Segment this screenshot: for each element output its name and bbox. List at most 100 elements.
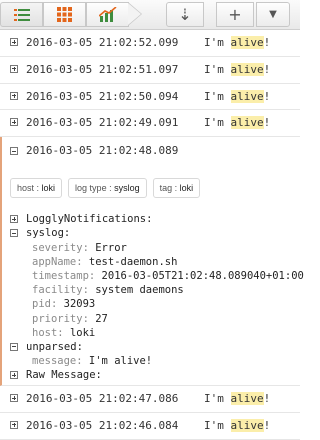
tree-node[interactable]: Raw Message:	[2, 368, 300, 382]
tag-key: tag	[159, 183, 173, 194]
dropdown-icon: ▼	[269, 9, 277, 20]
expand-icon[interactable]	[10, 371, 18, 380]
expand-icon[interactable]	[10, 64, 18, 73]
field-key: Raw Message:	[26, 369, 102, 382]
field-value: 32093	[63, 298, 96, 311]
field-key: appName:	[32, 255, 83, 268]
tree-node: facility: system daemons	[2, 283, 300, 297]
expanded-log-entry: 2016-03-05 21:02:48.089 host : loki log t…	[0, 137, 304, 387]
tree-node: priority: 27	[2, 312, 300, 326]
message-suffix: !	[263, 62, 271, 76]
tree-node: message: I'm alive!	[2, 354, 300, 368]
message-highlight: alive	[230, 392, 264, 406]
field-key: facility:	[32, 284, 89, 297]
tree-entry: host: loki	[32, 326, 95, 340]
expand-icon[interactable]	[10, 38, 18, 46]
collapse-icon[interactable]	[10, 229, 18, 238]
message-suffix: !	[263, 392, 271, 406]
tag-separator: :	[172, 183, 180, 194]
expand-icon[interactable]	[10, 215, 18, 224]
expand-icon[interactable]	[10, 394, 18, 403]
field-key: severity:	[32, 241, 89, 254]
tree-node: timestamp: 2016-03-05T21:02:48.089040+01…	[2, 269, 304, 283]
tree-node[interactable]: LogglyNotifications:	[2, 212, 300, 226]
tree-entry: severity: Error	[32, 241, 127, 255]
field-value: test-daemon.sh	[88, 255, 178, 268]
tree-node[interactable]: unparsed:	[2, 340, 300, 354]
expand-icon[interactable]	[10, 91, 18, 100]
field-key: LogglyNotifications:	[26, 213, 153, 226]
field-tree: LogglyNotifications: syslog: severity: Err…	[2, 212, 304, 382]
tag-key: host	[17, 183, 35, 194]
filter-tag[interactable]: log type : syslog	[68, 178, 147, 199]
expand-icon[interactable]	[10, 118, 18, 127]
message-prefix: I'm	[204, 116, 231, 130]
log-message: I'm alive!	[204, 84, 270, 110]
tag-separator: :	[106, 183, 115, 194]
log-row[interactable]: 2016-03-05 21:02:49.091 I'm alive!	[0, 110, 300, 138]
tree-node: appName: test-daemon.sh	[2, 255, 300, 269]
sort-icon: ⇣	[178, 4, 192, 24]
expand-icon[interactable]	[10, 420, 18, 429]
message-prefix: I'm	[204, 392, 231, 406]
grid-view-button[interactable]	[43, 2, 86, 27]
expanded-entry-header[interactable]: 2016-03-05 21:02:48.089	[2, 137, 300, 164]
tree-node[interactable]: syslog:	[2, 226, 300, 240]
grid-view-icon	[57, 7, 72, 22]
log-row[interactable]: 2016-03-05 21:02:52.099 I'm alive!	[0, 30, 300, 57]
log-row[interactable]: 2016-03-05 21:02:50.094 I'm alive!	[0, 84, 300, 111]
add-icon: +	[228, 4, 242, 24]
collapse-icon[interactable]	[10, 147, 18, 156]
log-message: I'm alive!	[204, 30, 270, 56]
list-view-button[interactable]	[0, 2, 43, 27]
field-value: 2016-03-05T21:02:48.089040+01:00	[101, 269, 304, 282]
filter-tag[interactable]: host : loki	[10, 178, 63, 199]
tree-entry: Raw Message:	[26, 368, 102, 382]
log-timestamp: 2016-03-05 21:02:49.091	[26, 116, 179, 130]
collapse-icon[interactable]	[10, 342, 18, 351]
add-button[interactable]: +	[216, 2, 254, 27]
log-message: I'm alive!	[204, 413, 270, 439]
field-value: Error	[95, 241, 127, 254]
sort-button[interactable]: ⇣	[166, 2, 204, 27]
log-timestamp: 2016-03-05 21:02:50.094	[26, 89, 179, 103]
log-timestamp: 2016-03-05 21:02:46.084	[26, 418, 179, 432]
message-suffix: !	[263, 89, 271, 103]
chart-view-button[interactable]	[86, 2, 129, 27]
tag-separator: :	[34, 183, 42, 194]
tree-node: severity: Error	[2, 241, 300, 255]
tree-entry: LogglyNotifications:	[26, 212, 152, 226]
dropdown-button[interactable]: ▼	[256, 2, 290, 27]
field-value: system daemons	[95, 284, 184, 297]
tree-entry: facility: system daemons	[32, 283, 184, 297]
log-message: I'm alive!	[204, 57, 270, 83]
toolbar: ⇣ + ▼	[0, 0, 300, 30]
tree-entry: syslog:	[26, 226, 70, 240]
log-row[interactable]: 2016-03-05 21:02:47.086 I'm alive!	[0, 386, 300, 413]
message-prefix: I'm	[204, 36, 231, 49]
message-highlight: alive	[230, 116, 264, 130]
tree-entry: priority: 27	[32, 312, 108, 326]
field-key: pid:	[32, 298, 58, 311]
field-key: unparsed:	[26, 340, 83, 353]
tag-key: log type	[75, 183, 107, 194]
field-value: loki	[69, 326, 96, 339]
field-value: I'm alive!	[88, 355, 153, 368]
log-list: 2016-03-05 21:02:52.099 I'm alive! 2016-03…	[0, 30, 304, 440]
tree-entry: message: I'm alive!	[32, 354, 152, 368]
list-view-icon	[13, 8, 30, 21]
field-key: syslog:	[26, 227, 71, 240]
field-key: timestamp:	[32, 269, 96, 282]
filter-tag[interactable]: tag : loki	[152, 178, 201, 199]
log-timestamp: 2016-03-05 21:02:51.097	[26, 62, 179, 76]
log-timestamp: 2016-03-05 21:02:48.089	[26, 144, 179, 158]
field-key: host:	[32, 326, 64, 339]
log-row[interactable]: 2016-03-05 21:02:51.097 I'm alive!	[0, 57, 300, 84]
message-prefix: I'm	[204, 62, 231, 76]
tag-value: syslog	[114, 183, 140, 194]
message-suffix: !	[263, 418, 271, 432]
log-row[interactable]: 2016-03-05 21:02:46.084 I'm alive!	[0, 413, 300, 440]
message-highlight: alive	[230, 89, 264, 103]
tag-value: loki	[179, 183, 194, 194]
tag-list: host : loki log type : syslog tag : loki	[10, 178, 201, 199]
